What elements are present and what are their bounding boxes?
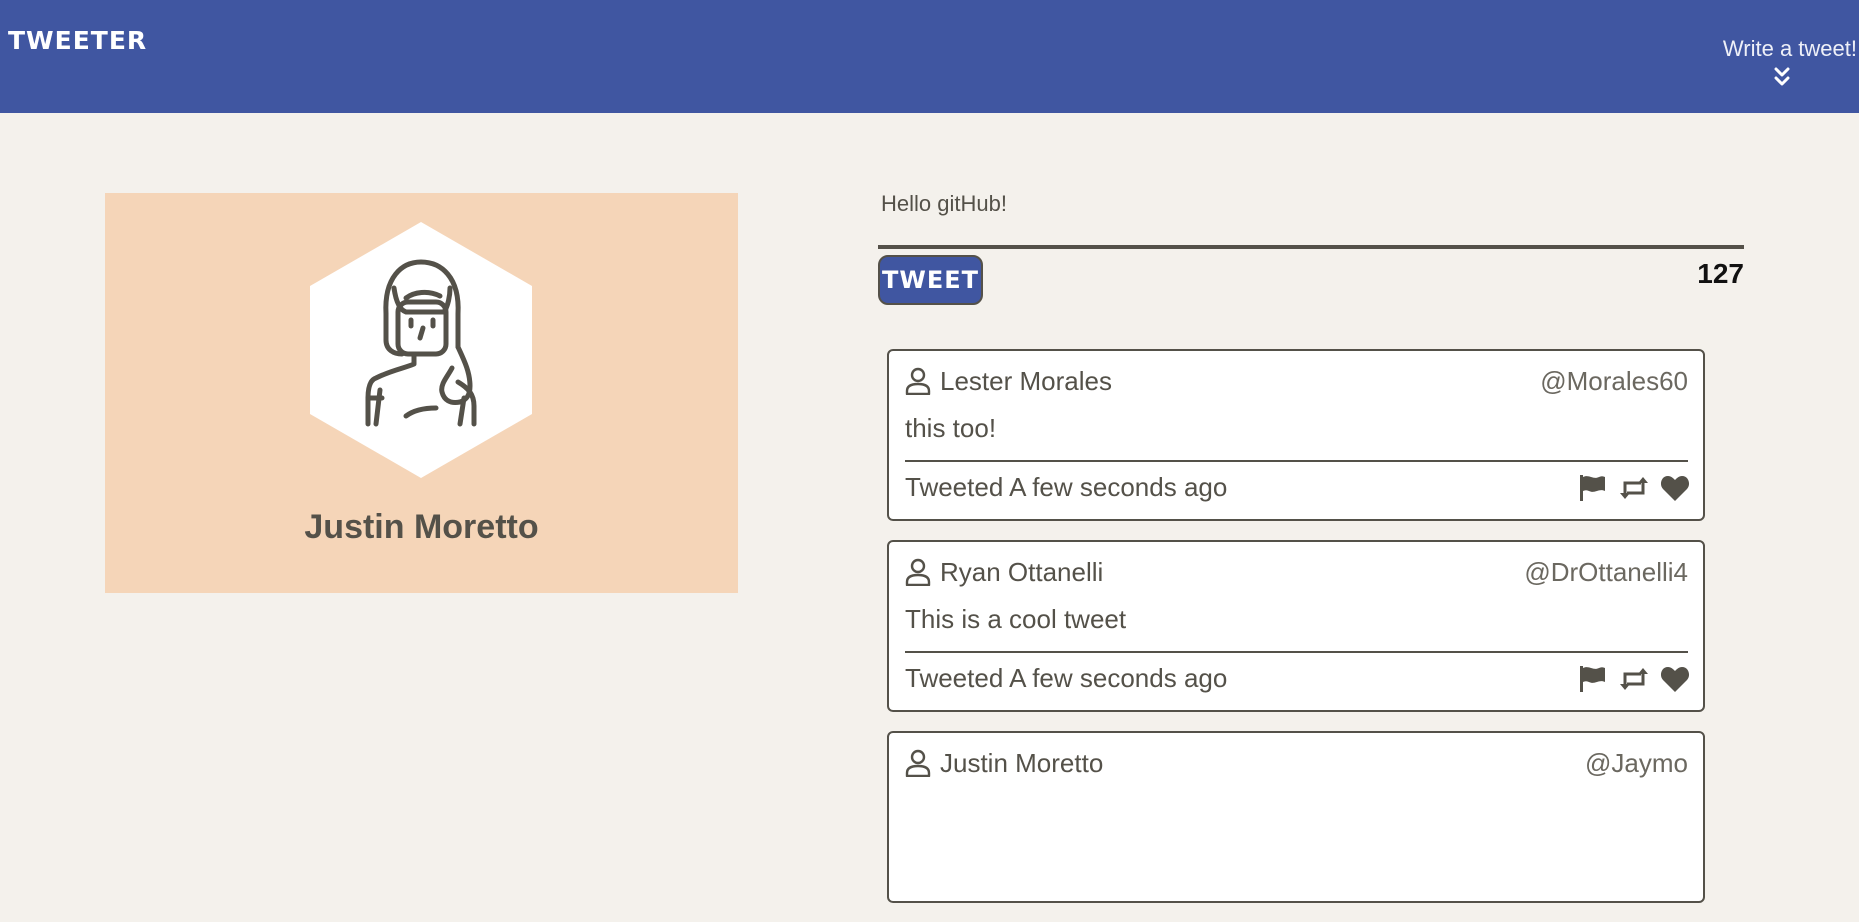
compose-divider — [878, 245, 1744, 249]
top-nav: TWEETER Write a tweet! — [0, 0, 1859, 113]
character-counter: 127 — [1697, 258, 1744, 289]
tweet-header: Lester Morales @Morales60 — [905, 365, 1688, 399]
profile-name: Justin Moretto — [304, 508, 539, 546]
flag-icon[interactable] — [1577, 473, 1607, 503]
user-icon — [905, 558, 931, 586]
user-icon — [905, 367, 931, 395]
tweet-text: This is a cool tweet — [905, 604, 1127, 634]
retweet-icon[interactable] — [1619, 664, 1649, 694]
brand-logo[interactable]: TWEETER — [8, 26, 147, 55]
tweet-card: Lester Morales @Morales60 this too! Twee… — [887, 349, 1705, 521]
tweet-actions — [1570, 664, 1690, 694]
tweet-author-name: Justin Moretto — [940, 748, 1104, 778]
tweet-header: Ryan Ottanelli @DrOttanelli4 — [905, 556, 1688, 590]
tweet-button[interactable]: TWEET — [878, 255, 983, 305]
tweet-actions — [1570, 473, 1690, 503]
girl-avatar-icon — [310, 222, 532, 478]
tweet-divider — [905, 460, 1688, 462]
user-icon — [905, 749, 931, 777]
tweet-divider — [905, 651, 1688, 653]
tweet-card: Ryan Ottanelli @DrOttanelli4 This is a c… — [887, 540, 1705, 712]
tweet-author-name: Lester Morales — [940, 366, 1112, 396]
tweet-timestamp: Tweeted A few seconds ago — [905, 663, 1228, 693]
heart-icon[interactable] — [1660, 664, 1690, 694]
profile-card: Justin Moretto — [105, 193, 738, 593]
tweet-card: Justin Moretto @Jaymo — [887, 731, 1705, 903]
tweet-author-handle: @DrOttanelli4 — [1524, 557, 1688, 587]
flag-icon[interactable] — [1577, 664, 1607, 694]
retweet-icon[interactable] — [1619, 473, 1649, 503]
compose-area: TWEET 127 — [878, 180, 1744, 305]
write-tweet-label[interactable]: Write a tweet! — [1707, 36, 1857, 62]
heart-icon[interactable] — [1660, 473, 1690, 503]
tweet-author-handle: @Morales60 — [1540, 366, 1688, 396]
double-chevron-down-icon[interactable] — [1773, 66, 1791, 88]
tweet-author-name: Ryan Ottanelli — [940, 557, 1104, 587]
tweet-header: Justin Moretto @Jaymo — [905, 747, 1688, 781]
tweet-timestamp: Tweeted A few seconds ago — [905, 472, 1228, 502]
tweet-input[interactable] — [878, 180, 1744, 228]
write-tweet-toggle[interactable]: Write a tweet! — [1707, 36, 1857, 88]
tweet-text: this too! — [905, 413, 997, 443]
tweet-author-handle: @Jaymo — [1585, 748, 1688, 778]
tweet-feed: Lester Morales @Morales60 this too! Twee… — [887, 349, 1705, 922]
